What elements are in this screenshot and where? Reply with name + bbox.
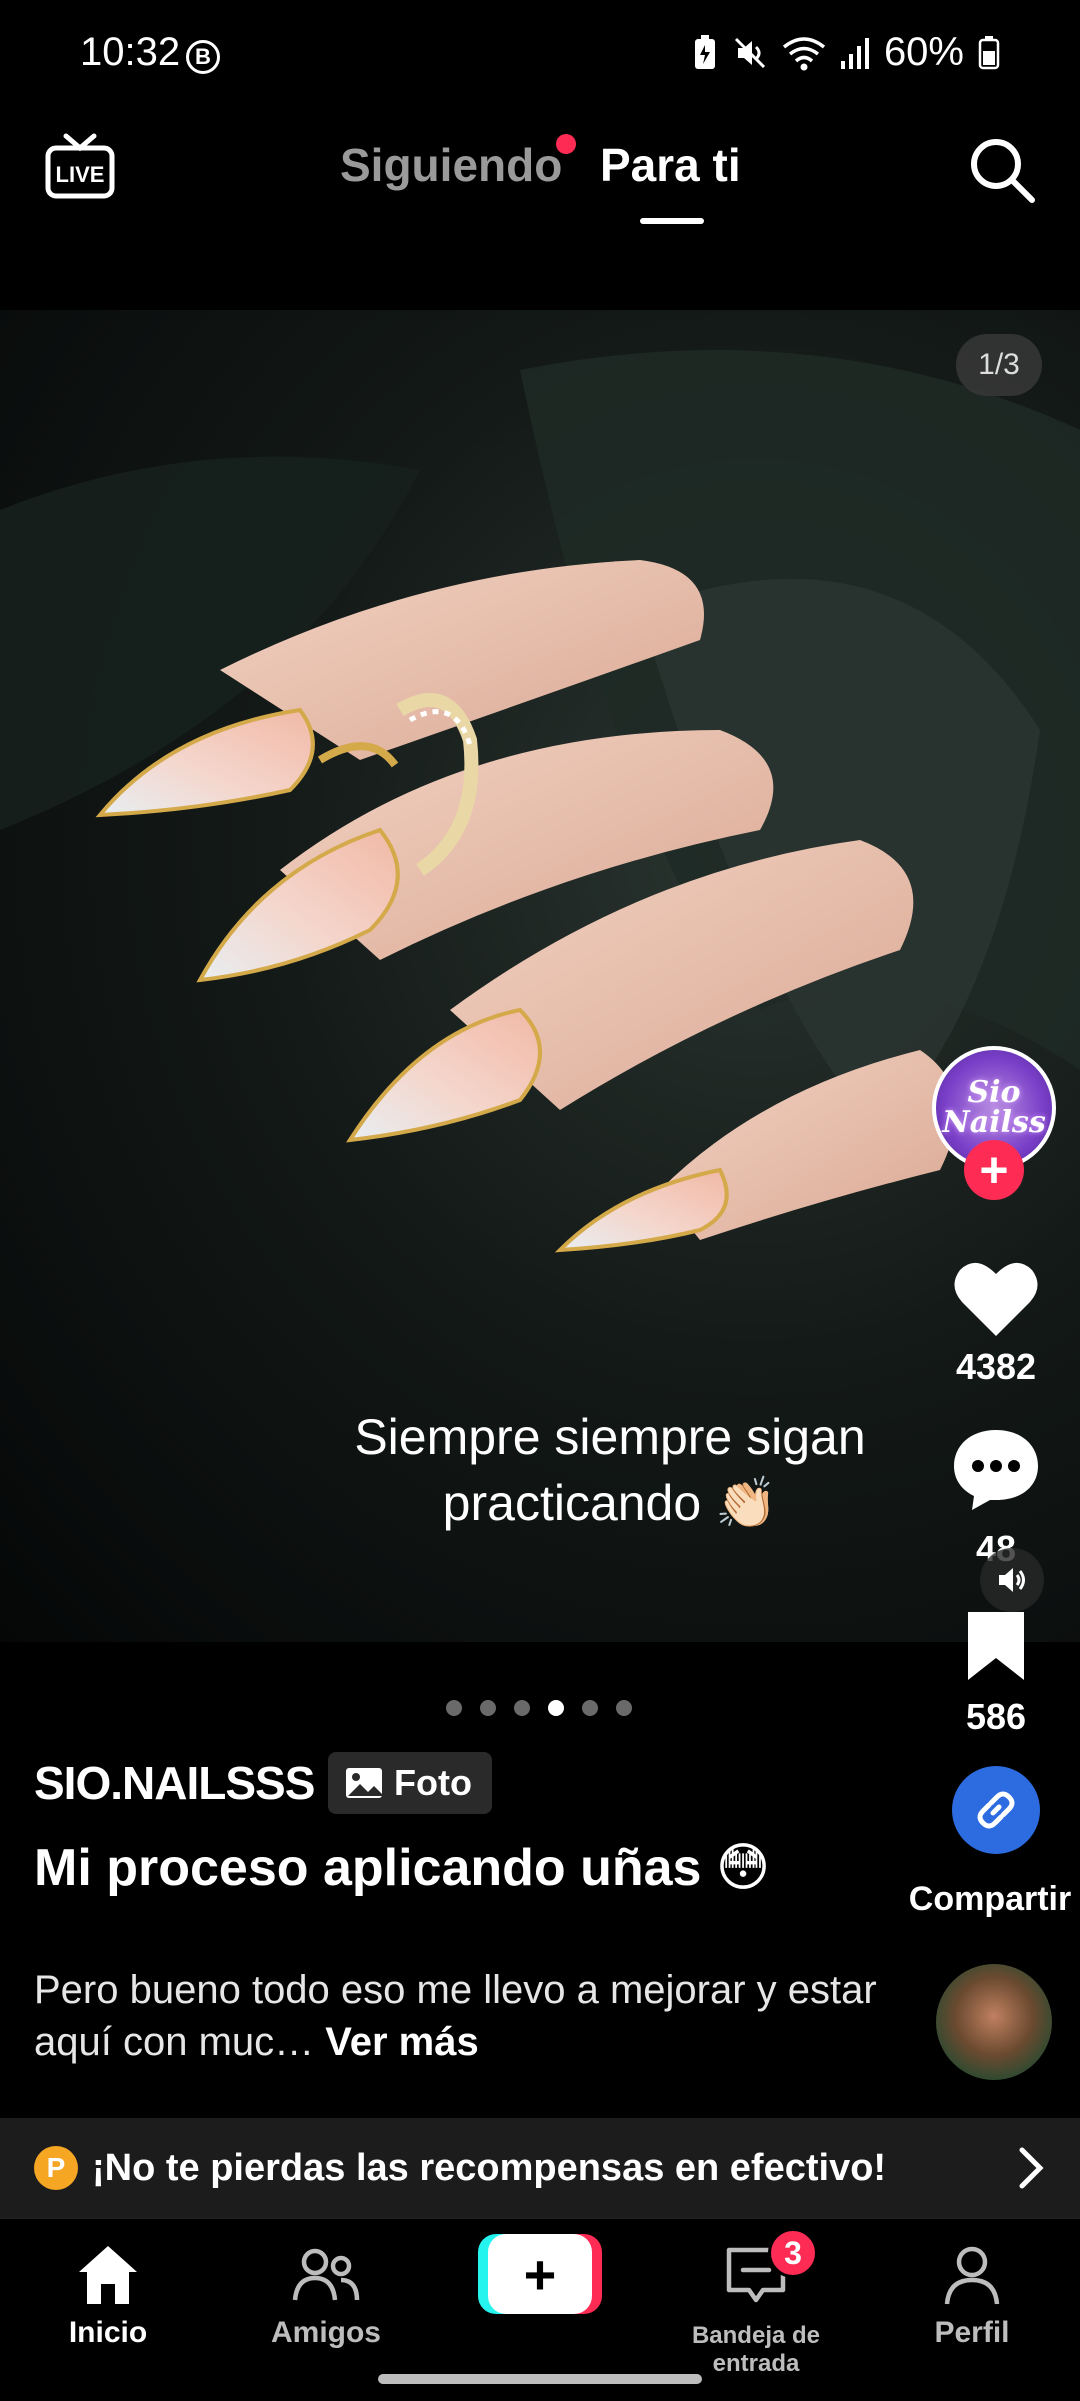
photo-type-label: Foto xyxy=(394,1762,472,1803)
comment-button[interactable] xyxy=(948,1420,1044,1516)
heart-icon xyxy=(954,1262,1038,1336)
active-tab-indicator xyxy=(640,218,704,224)
image-icon xyxy=(346,1768,382,1798)
avatar-text: Sio Nailss xyxy=(942,1075,1046,1140)
save-button[interactable] xyxy=(958,1608,1034,1684)
carousel-dot-active xyxy=(548,1700,564,1716)
carousel-dot xyxy=(616,1700,632,1716)
plus-icon: + xyxy=(488,2234,592,2314)
carousel-dot xyxy=(480,1700,496,1716)
like-count: 4382 xyxy=(955,1346,1037,1387)
live-button[interactable]: LIVE xyxy=(44,130,116,202)
like-button[interactable] xyxy=(948,1250,1044,1346)
home-icon xyxy=(79,2246,137,2304)
friends-icon xyxy=(292,2248,360,2301)
rewards-text: ¡No te pierdas las recompensas en efecti… xyxy=(92,2146,887,2189)
create-button[interactable]: + xyxy=(478,2234,602,2314)
image-counter: 1/3 xyxy=(956,334,1042,396)
wifi-icon xyxy=(782,36,826,70)
status-icons: 60% xyxy=(692,30,1000,75)
save-count: 586 xyxy=(965,1696,1027,1737)
status-b-badge: B xyxy=(186,40,220,74)
creator-username[interactable]: SIO.NAILSSS xyxy=(34,1756,315,1810)
volume-button[interactable] xyxy=(980,1548,1044,1612)
new-content-dot xyxy=(556,134,576,154)
search-icon xyxy=(971,139,1035,203)
mute-icon xyxy=(734,37,765,68)
rewards-banner[interactable]: P ¡No te pierdas las recompensas en efec… xyxy=(0,2118,1080,2218)
profile-icon xyxy=(944,2246,1000,2305)
search-button[interactable] xyxy=(966,134,1038,206)
photo-type-chip: Foto xyxy=(328,1752,492,1814)
nav-friends[interactable]: Amigos xyxy=(226,2240,426,2350)
tab-for-you[interactable]: Para ti xyxy=(600,138,741,192)
coin-icon: P xyxy=(34,2146,78,2190)
nav-inbox[interactable]: Bandeja de entrada xyxy=(656,2240,856,2378)
battery-saver-icon xyxy=(694,34,715,69)
live-label: LIVE xyxy=(56,162,105,187)
carousel-dots xyxy=(446,1700,632,1716)
post-description: Pero bueno todo eso me llevo a mejorar y… xyxy=(34,1964,894,2068)
signal-icon xyxy=(840,37,869,69)
status-time: 10:32 xyxy=(80,30,181,74)
nav-inbox-label: Bandeja de entrada xyxy=(691,2322,821,2377)
share-label: Compartir xyxy=(908,1880,1072,1918)
system-home-indicator[interactable] xyxy=(378,2374,702,2384)
nav-profile-label: Perfil xyxy=(934,2316,1010,2349)
nav-profile[interactable]: Perfil xyxy=(872,2240,1072,2350)
battery-icon xyxy=(978,35,1000,69)
carousel-dot xyxy=(582,1700,598,1716)
bookmark-icon xyxy=(968,1612,1024,1680)
carousel-dot xyxy=(446,1700,462,1716)
post-title: Mi proceso aplicando uñas 😳 xyxy=(34,1839,771,1897)
share-button[interactable] xyxy=(952,1766,1040,1854)
nav-home-label: Inicio xyxy=(68,2316,148,2349)
overlay-caption: Siempre siempre sigan practicando 👏🏻 xyxy=(354,1409,866,1531)
speaker-icon xyxy=(999,1568,1025,1592)
comment-icon xyxy=(954,1430,1038,1510)
carousel-dot xyxy=(514,1700,530,1716)
tab-following[interactable]: Siguiendo xyxy=(340,138,562,192)
nav-friends-label: Amigos xyxy=(270,2316,381,2349)
follow-button[interactable]: + xyxy=(964,1140,1024,1200)
live-tv-icon: LIVE xyxy=(45,133,115,199)
music-disc[interactable] xyxy=(936,1964,1052,2080)
nav-home[interactable]: Inicio xyxy=(8,2240,208,2350)
see-more-link[interactable]: Ver más xyxy=(325,2020,478,2064)
battery-percent: 60% xyxy=(883,30,964,74)
inbox-badge: 3 xyxy=(768,2228,818,2278)
plus-icon: + xyxy=(979,1142,1009,1198)
chevron-right-icon xyxy=(1019,2147,1044,2189)
link-icon xyxy=(977,1791,1015,1829)
